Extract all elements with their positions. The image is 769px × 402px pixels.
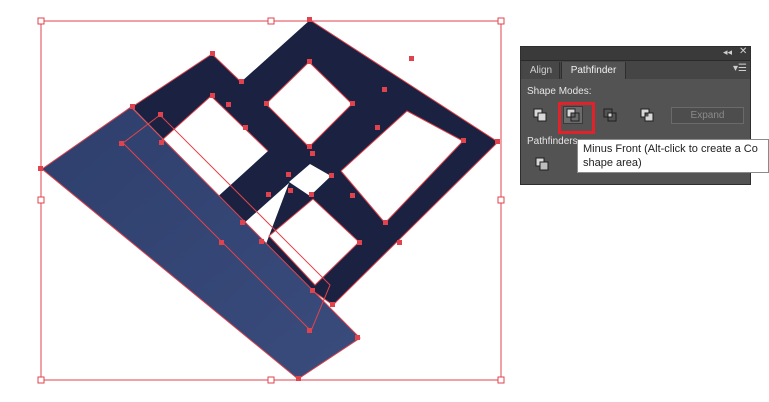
handle-bottom-right [497,376,505,384]
tooltip-line-1: Minus Front (Alt-click to create a Co [583,143,758,155]
divide-icon [535,157,549,171]
expand-button[interactable]: Expand [671,107,744,124]
unite-icon [533,108,547,122]
handle-middle-right [497,196,505,204]
exclude-icon [640,108,654,122]
handle-top-right [497,17,505,25]
intersect-button[interactable] [600,106,620,124]
panel-menu-icon[interactable]: ▾☰ [733,63,747,74]
handle-bottom-center [267,376,275,384]
minus-front-tooltip: Minus Front (Alt-click to create a Co sh… [577,139,769,173]
handle-top-left [37,17,45,25]
tooltip-line-2: shape area) [583,157,642,169]
close-panel-icon[interactable]: ✕ [739,46,747,57]
tab-align[interactable]: Align [523,62,560,79]
minus-front-icon [566,108,580,122]
minus-front-button[interactable] [563,106,583,124]
collapse-panel-icon[interactable]: ◂◂ [723,47,732,58]
handle-top-center [267,17,275,25]
handle-bottom-left [37,376,45,384]
divide-button[interactable] [532,155,552,173]
unite-button[interactable] [530,106,550,124]
intersect-icon [603,108,617,122]
tab-pathfinder[interactable]: Pathfinder [561,62,626,79]
exclude-button[interactable] [637,106,657,124]
shape-modes-label: Shape Modes: [527,86,592,97]
panel-titlebar[interactable]: ◂◂ ✕ [521,46,750,61]
handle-middle-left [37,196,45,204]
pathfinders-label: Pathfinders [527,136,578,147]
panel-tabs: Align Pathfinder ▾☰ [521,61,750,79]
